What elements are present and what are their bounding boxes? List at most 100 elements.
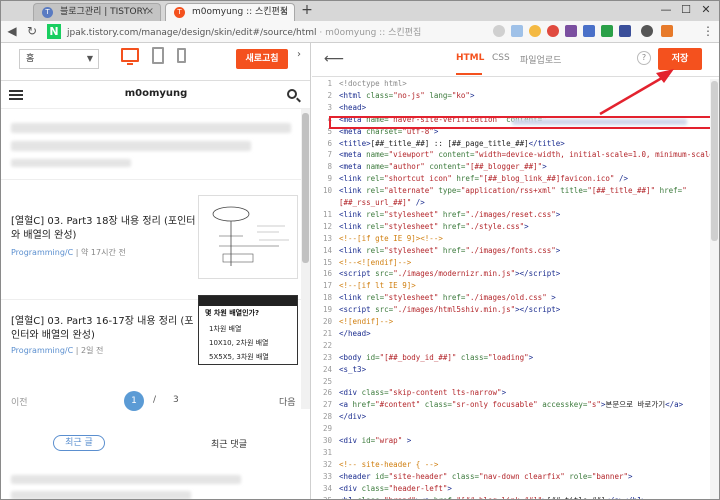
- post-item[interactable]: [열혈C] 03. Part3 16-17장 내용 정리 (포인터와 배열의 완…: [1, 295, 301, 395]
- extension-icon[interactable]: [601, 25, 613, 37]
- tab-css[interactable]: CSS: [492, 53, 510, 63]
- code-line[interactable]: 9 <link rel="shortcut icon" href="[##_bl…: [312, 174, 719, 184]
- code-line[interactable]: 25: [312, 377, 719, 387]
- tab-html[interactable]: HTML: [456, 53, 484, 63]
- code-line[interactable]: 20 <![endif]-->: [312, 317, 719, 327]
- code-line[interactable]: 16 <script src="./images/modernizr.min.j…: [312, 269, 719, 279]
- code-line[interactable]: 2 <html class="no-js" lang="ko">: [312, 91, 719, 101]
- thumbnail-row: 1차원 배열: [209, 325, 242, 333]
- code-line[interactable]: 8 <meta name="author" content="[##_blogg…: [312, 162, 719, 172]
- new-tab-button[interactable]: +: [299, 3, 315, 19]
- code-line[interactable]: 13 <!--[if gte IE 9]><!-->: [312, 234, 719, 244]
- code-text: <script src="./images/modernizr.min.js">…: [339, 269, 561, 279]
- code-line[interactable]: 35 <h1 class="brand"><a href="[##_blog_l…: [312, 496, 719, 500]
- desktop-view-icon[interactable]: [121, 48, 139, 62]
- minimize-button[interactable]: —: [656, 1, 676, 21]
- tab-recent-posts[interactable]: 최근 글: [53, 435, 105, 451]
- code-line[interactable]: 21 </head>: [312, 329, 719, 339]
- editor-scrollbar[interactable]: [710, 79, 719, 499]
- thumbnail-row: 10X10, 2차원 배열: [209, 339, 269, 347]
- scrollbar-thumb[interactable]: [711, 81, 718, 241]
- line-number: 35: [322, 495, 332, 500]
- close-window-button[interactable]: ✕: [696, 1, 716, 21]
- post-category[interactable]: Programming/C: [11, 248, 73, 257]
- code-text: <script src="./images/html5shiv.min.js">…: [339, 305, 561, 315]
- tab-recent-comments[interactable]: 최근 댓글: [211, 437, 247, 450]
- line-number: 16: [322, 269, 332, 279]
- line-number: 18: [322, 293, 332, 303]
- code-line[interactable]: 19 <script src="./images/html5shiv.min.j…: [312, 305, 719, 315]
- extension-icon[interactable]: [529, 25, 541, 37]
- close-tab-icon[interactable]: ×: [280, 4, 288, 20]
- post-item[interactable]: [열혈C] 03. Part3 18장 내용 정리 (포인터와 배열의 완성) …: [1, 193, 301, 293]
- code-text: [##_rss_url_##]" />: [339, 198, 425, 207]
- page-select[interactable]: 홈 ▼: [19, 49, 99, 69]
- line-number: 17: [322, 281, 332, 291]
- back-arrow-icon[interactable]: ⟵: [324, 51, 344, 67]
- code-line[interactable]: 1 <!doctype html>: [312, 79, 719, 89]
- post-thumbnail[interactable]: 몇 차원 배열인가? 1차원 배열 10X10, 2차원 배열 5X5X5, 3…: [198, 295, 298, 365]
- help-icon[interactable]: ?: [637, 51, 651, 65]
- code-line[interactable]: 14 <link rel="stylesheet" href="./images…: [312, 246, 719, 256]
- tab-file-upload[interactable]: 파일업로드: [520, 53, 561, 66]
- current-page[interactable]: 1: [124, 391, 144, 411]
- code-line[interactable]: 31: [312, 448, 719, 458]
- code-line[interactable]: 29: [312, 424, 719, 434]
- diagram-thumbnail: [212, 206, 289, 266]
- extension-icon[interactable]: [619, 25, 631, 37]
- thumbnail-title: 몇 차원 배열인가?: [205, 309, 260, 317]
- preview-scrollbar[interactable]: [301, 109, 310, 409]
- code-line[interactable]: [##_rss_url_##]" />: [312, 198, 719, 208]
- prev-page-link[interactable]: 이전: [11, 395, 28, 408]
- code-line[interactable]: 15 <!--<![endif]-->: [312, 258, 719, 268]
- highlight-box: [329, 116, 715, 129]
- reload-icon[interactable]: ↻: [25, 24, 39, 38]
- extension-icon[interactable]: [547, 25, 559, 37]
- extension-icon[interactable]: [583, 25, 595, 37]
- tab-blog-manage[interactable]: T 블로그관리 | TISTORY ×: [33, 3, 161, 21]
- code-line[interactable]: 10 <link rel="alternate" type="applicati…: [312, 186, 719, 196]
- code-line[interactable]: 26 <div class="skip-content lts-narrow">: [312, 388, 719, 398]
- onenote-icon[interactable]: [565, 25, 577, 37]
- extension-icon[interactable]: [511, 25, 523, 37]
- code-line[interactable]: 3 <head>: [312, 103, 719, 113]
- search-icon[interactable]: [287, 89, 297, 99]
- tab-skin-edit[interactable]: T m0omyung :: 스킨편집 ×: [165, 3, 295, 21]
- code-line[interactable]: 22: [312, 341, 719, 351]
- url-field[interactable]: jpak.tistory.com/manage/design/skin/edit…: [67, 25, 421, 38]
- code-line[interactable]: 33 <header id="site-header" class="nav-do…: [312, 472, 719, 482]
- code-line[interactable]: 11 <link rel="stylesheet" href="./images…: [312, 210, 719, 220]
- code-line[interactable]: 18 <link rel="stylesheet" href="./images…: [312, 293, 719, 303]
- refresh-button[interactable]: 새로고침: [236, 49, 288, 69]
- code-line[interactable]: 24 <s_t3>: [312, 365, 719, 375]
- naver-logo: N: [47, 24, 61, 39]
- chevron-down-icon: ▼: [86, 54, 93, 63]
- profile-icon[interactable]: [641, 25, 653, 37]
- next-page-link[interactable]: 다음: [279, 395, 296, 408]
- code-line[interactable]: 27 <a href="#content" class="sr-only foc…: [312, 400, 719, 410]
- collapse-panel-icon[interactable]: ›: [297, 49, 301, 60]
- code-line[interactable]: 7 <meta name="viewport" content="width=d…: [312, 150, 719, 160]
- maximize-button[interactable]: ☐: [676, 1, 696, 21]
- code-line[interactable]: 30 <div id="wrap" >: [312, 436, 719, 446]
- tablet-view-icon[interactable]: [152, 47, 164, 64]
- code-line[interactable]: 32 <!-- site-header { -->: [312, 460, 719, 470]
- post-title[interactable]: [열혈C] 03. Part3 18장 내용 정리 (포인터와 배열의 완성): [11, 215, 196, 243]
- extension-icon[interactable]: [661, 25, 673, 37]
- code-line[interactable]: 28 </div>: [312, 412, 719, 422]
- close-tab-icon[interactable]: ×: [146, 4, 154, 20]
- extension-icon[interactable]: [493, 25, 505, 37]
- post-thumbnail[interactable]: [198, 195, 298, 279]
- code-line[interactable]: 34 <div class="header-left">: [312, 484, 719, 494]
- post-category[interactable]: Programming/C: [11, 346, 73, 355]
- code-line[interactable]: 23 <body id="[##_body_id_##]" class="load…: [312, 353, 719, 363]
- mobile-view-icon[interactable]: [177, 48, 186, 63]
- save-button[interactable]: 저장: [658, 48, 702, 70]
- post-title[interactable]: [열혈C] 03. Part3 16-17장 내용 정리 (포인터와 배열의 완…: [11, 315, 196, 343]
- menu-icon[interactable]: ⋮: [701, 24, 715, 38]
- code-line[interactable]: 6 <title>[##_title_##] :: [##_page_title…: [312, 139, 719, 149]
- code-line[interactable]: 17 <!--[if lt IE 9]>: [312, 281, 719, 291]
- code-line[interactable]: 12 <link rel="stylesheet" href="./style.…: [312, 222, 719, 232]
- scrollbar-thumb[interactable]: [302, 113, 309, 263]
- back-icon[interactable]: ◀: [5, 24, 19, 38]
